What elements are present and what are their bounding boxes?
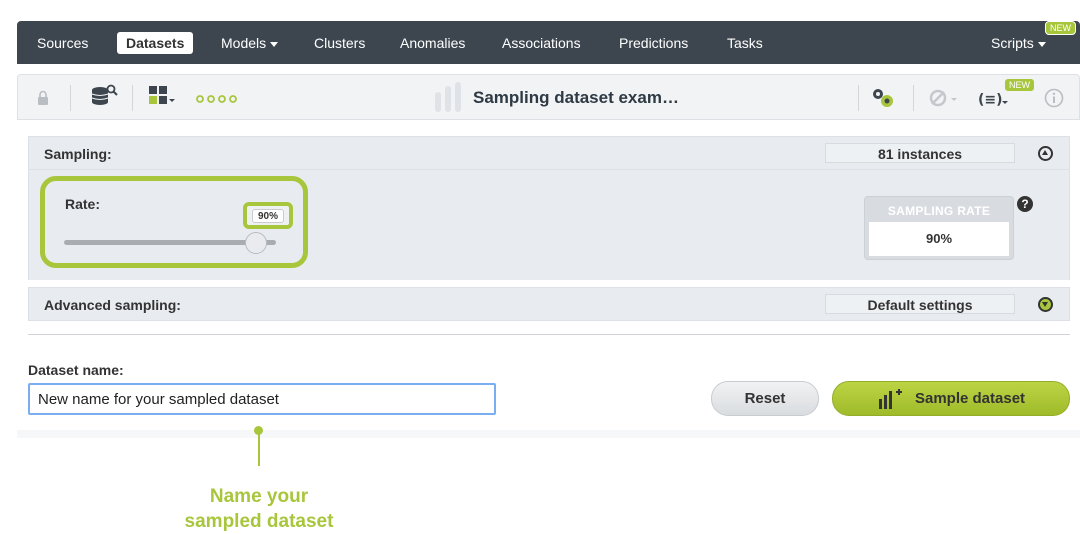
nav-models[interactable]: Models xyxy=(221,32,279,54)
callout-line-1: Name your xyxy=(209,486,309,507)
reset-button[interactable]: Reset xyxy=(711,381,819,416)
nav-scripts[interactable]: Scripts xyxy=(991,32,1046,54)
chevron-down-icon xyxy=(270,41,279,47)
callout-text: Name your sampled dataset xyxy=(150,484,368,534)
fields-icon[interactable] xyxy=(148,85,176,109)
nav-datasets[interactable]: Datasets xyxy=(117,32,194,54)
chevron-down-icon xyxy=(1037,41,1046,47)
instances-count: 81 instances xyxy=(825,143,1015,163)
cluster-icon[interactable] xyxy=(928,88,958,108)
dataset-toolbar: Sampling dataset exam… (≡) NEW xyxy=(17,74,1080,120)
sample-dataset-button[interactable]: Sample dataset xyxy=(832,381,1070,416)
toolbar-separator xyxy=(913,85,914,111)
info-icon[interactable] xyxy=(1044,88,1064,108)
nav-anomalies[interactable]: Anomalies xyxy=(400,32,465,54)
nav-scripts-label: Scripts xyxy=(991,35,1034,51)
sampling-panel-header[interactable]: Sampling: 81 instances xyxy=(28,136,1070,170)
sampling-title: Sampling: xyxy=(44,146,112,162)
toolbar-separator xyxy=(70,85,71,111)
dataset-name-input[interactable] xyxy=(28,383,496,415)
advanced-sampling-title: Advanced sampling: xyxy=(44,297,181,313)
nav-clusters[interactable]: Clusters xyxy=(314,32,365,54)
collapse-toggle-icon[interactable] xyxy=(1038,146,1053,161)
sampling-rate-value: 90% xyxy=(869,222,1009,256)
toolbar-separator xyxy=(858,85,859,111)
config-gears-icon[interactable] xyxy=(871,87,895,109)
expand-toggle-icon[interactable] xyxy=(1038,297,1053,312)
sample-dataset-label: Sample dataset xyxy=(915,390,1026,407)
callout-line xyxy=(258,430,260,466)
divider xyxy=(28,334,1070,335)
nav-predictions[interactable]: Predictions xyxy=(619,32,688,54)
help-icon[interactable]: ? xyxy=(1017,196,1033,212)
nav-associations[interactable]: Associations xyxy=(502,32,581,54)
sampling-rate-box: SAMPLING RATE 90% xyxy=(864,196,1014,260)
nav-sources[interactable]: Sources xyxy=(37,32,88,54)
dataset-search-icon[interactable] xyxy=(90,83,118,109)
rate-value: 90% xyxy=(252,209,284,223)
nav-models-label: Models xyxy=(221,35,267,51)
advanced-sampling-value: Default settings xyxy=(825,294,1015,314)
filter-menu-icon[interactable]: (≡) xyxy=(978,89,1008,111)
filter-new-badge: NEW xyxy=(1004,78,1035,92)
scripts-new-badge: NEW xyxy=(1045,21,1076,35)
dataset-title: Sampling dataset exam… xyxy=(473,88,679,107)
form-footer xyxy=(17,430,1080,438)
toolbar-separator xyxy=(132,85,133,111)
dataset-bars-icon xyxy=(435,82,461,112)
svg-text:(≡): (≡) xyxy=(978,92,1003,108)
sampling-rate-title: SAMPLING RATE xyxy=(887,204,991,218)
advanced-sampling-header[interactable]: Advanced sampling: Default settings xyxy=(28,287,1070,321)
top-nav-bar: Sources Datasets Models Clusters Anomali… xyxy=(17,21,1080,64)
rate-label: Rate: xyxy=(65,196,101,212)
rate-slider-handle[interactable] xyxy=(245,232,267,254)
nav-tasks[interactable]: Tasks xyxy=(727,32,763,54)
callout-line-2: sampled dataset xyxy=(184,511,334,532)
lock-icon[interactable] xyxy=(37,90,49,106)
sample-dataset-icon xyxy=(879,389,902,409)
progress-dots-icon xyxy=(196,95,237,103)
rate-value-highlight: 90% xyxy=(243,202,293,229)
dataset-name-label: Dataset name: xyxy=(28,362,124,378)
